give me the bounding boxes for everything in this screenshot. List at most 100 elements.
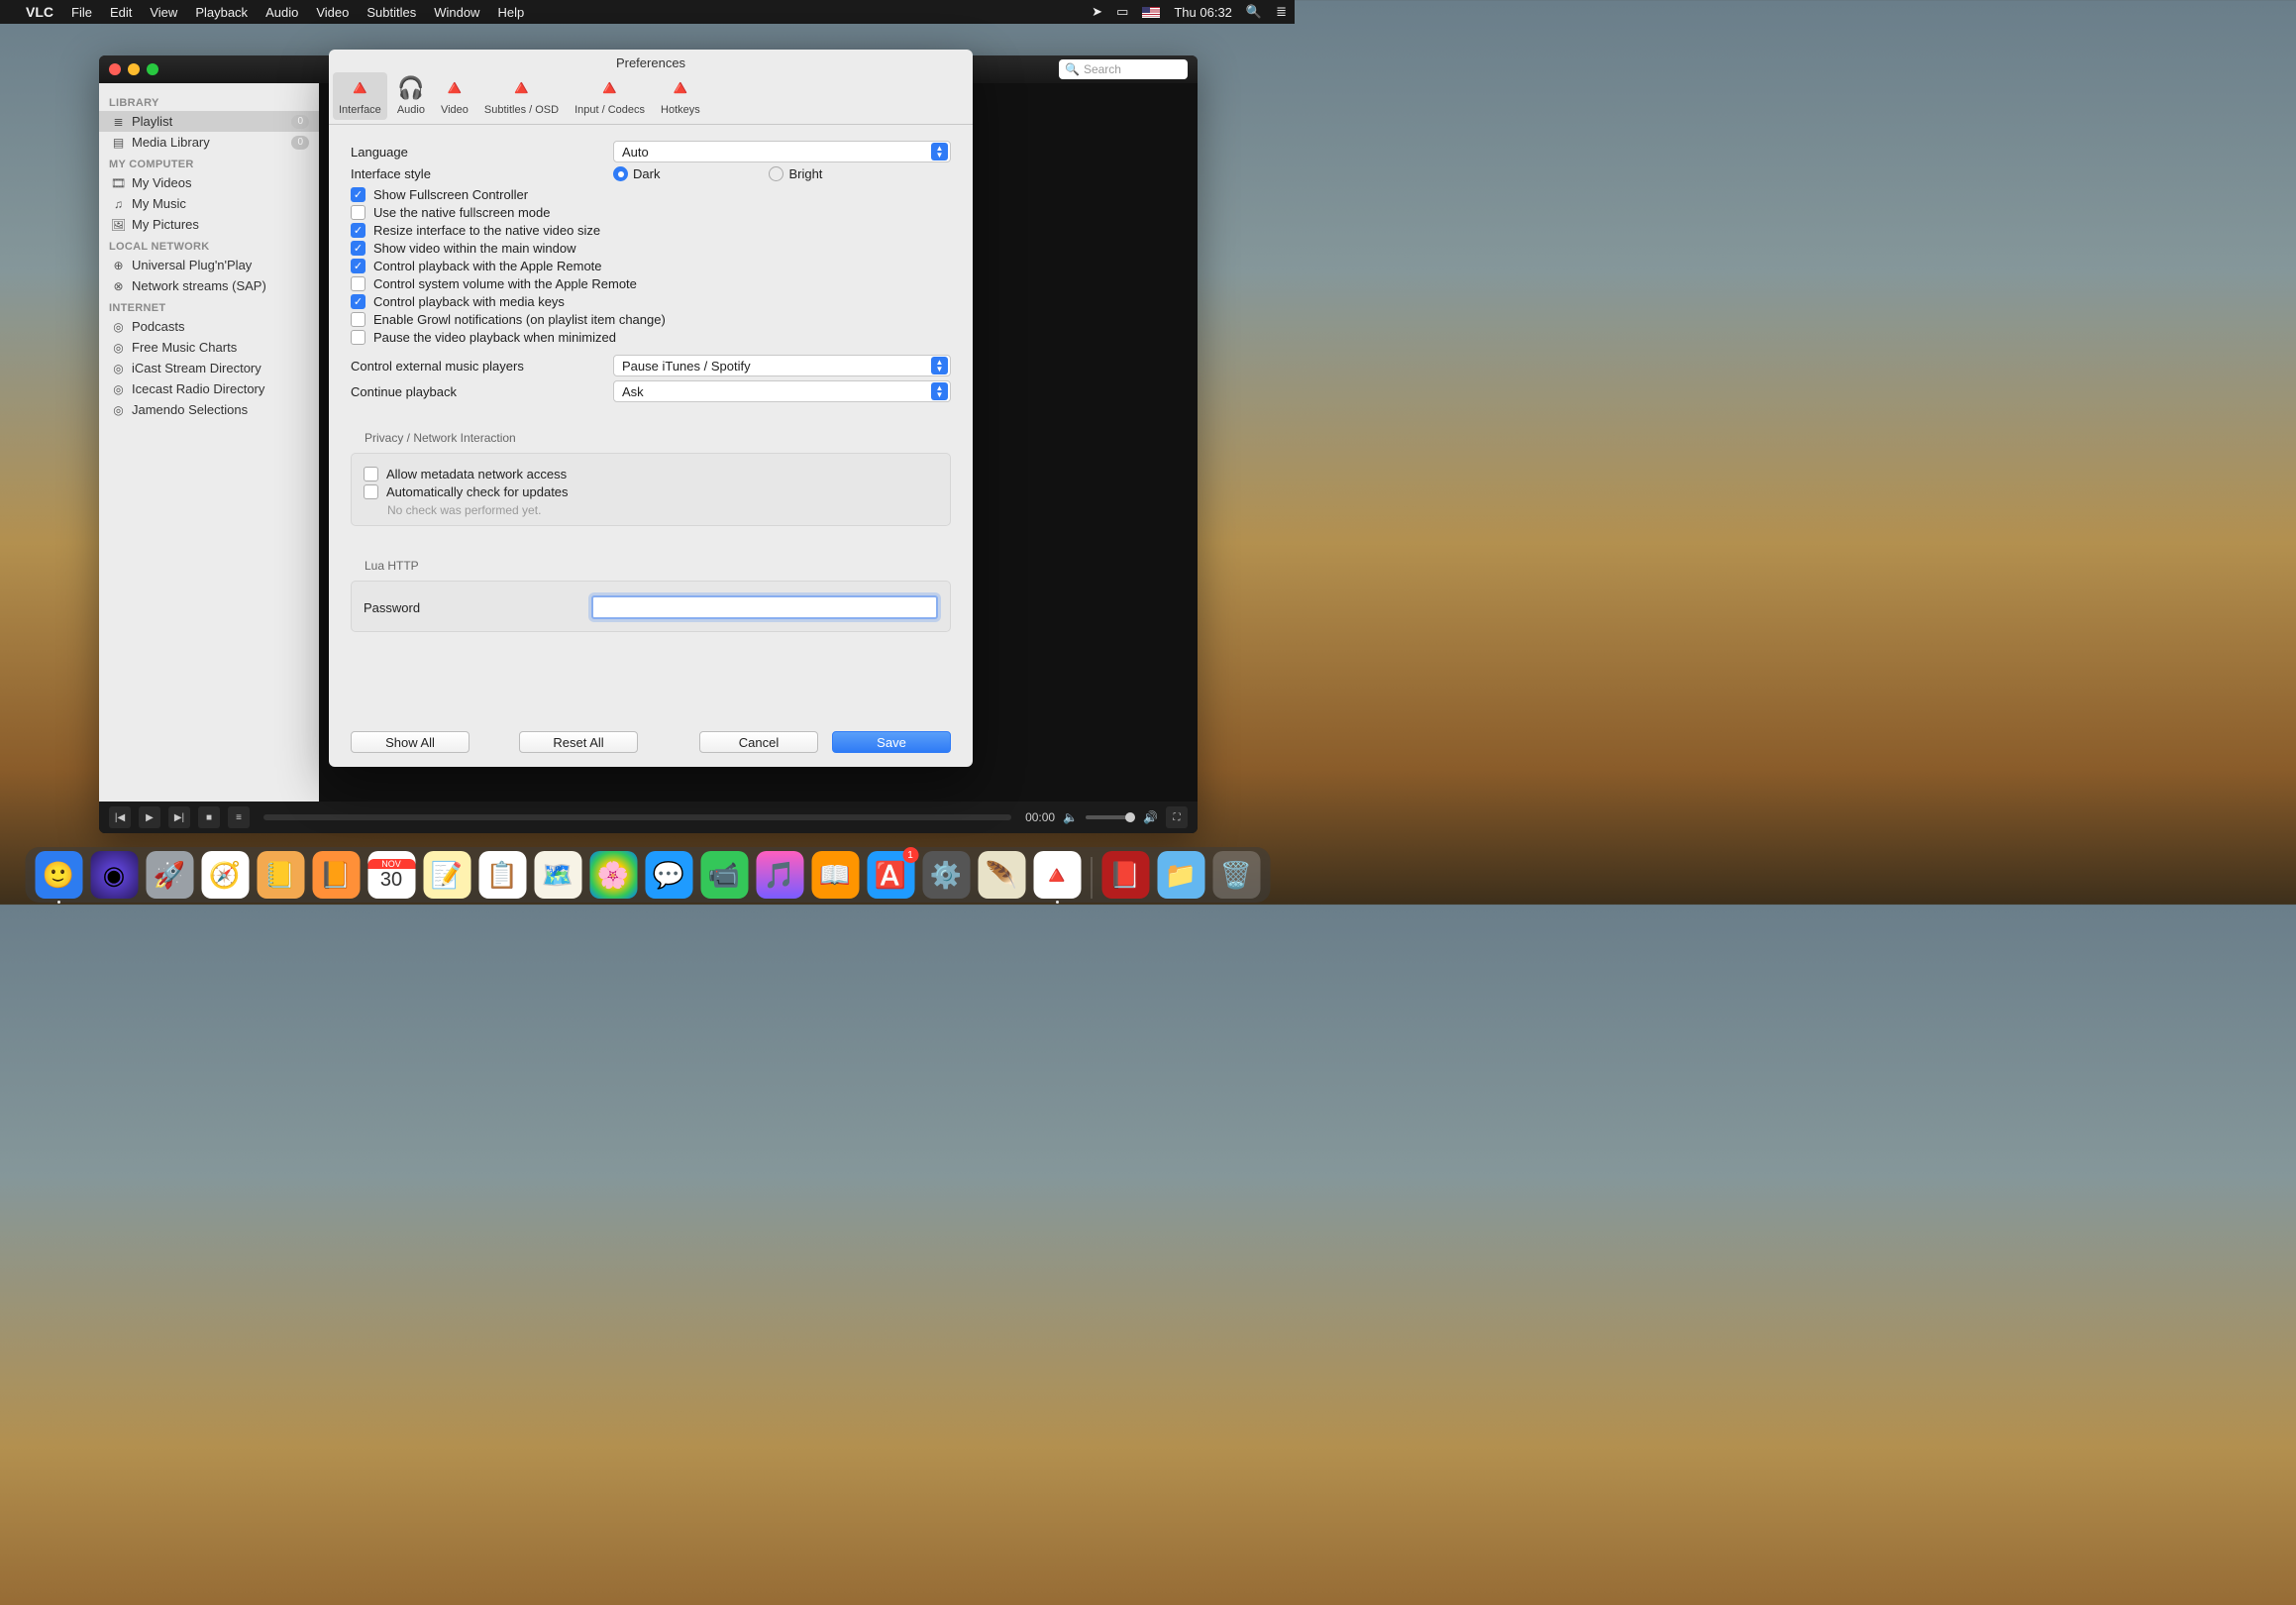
sidebar-item[interactable]: ≣Playlist0: [99, 111, 319, 132]
dock-siri[interactable]: ◉: [90, 851, 138, 899]
sidebar-item[interactable]: ⊕Universal Plug'n'Play: [99, 255, 319, 275]
menu-file[interactable]: File: [71, 5, 92, 20]
menu-subtitles[interactable]: Subtitles: [366, 5, 416, 20]
fullscreen-button[interactable]: ⛶: [1166, 806, 1188, 828]
checkbox[interactable]: [364, 484, 378, 499]
notification-center-icon[interactable]: ≣: [1276, 4, 1287, 20]
airplay-menu-icon[interactable]: ▭: [1116, 4, 1128, 20]
language-select[interactable]: Auto ▲▼: [613, 141, 951, 162]
menubar-clock[interactable]: Thu 06:32: [1174, 5, 1232, 20]
dock-messages[interactable]: 💬: [645, 851, 692, 899]
sidebar-item[interactable]: ◎Podcasts: [99, 316, 319, 337]
sidebar-item[interactable]: ⊗Network streams (SAP): [99, 275, 319, 296]
checkbox-row[interactable]: Control system volume with the Apple Rem…: [351, 276, 951, 291]
prefs-tab-video[interactable]: 🔺Video: [435, 72, 474, 120]
external-players-select[interactable]: Pause iTunes / Spotify ▲▼: [613, 355, 951, 376]
continue-playback-select[interactable]: Ask ▲▼: [613, 380, 951, 402]
show-all-button[interactable]: Show All: [351, 731, 470, 753]
volume-slider[interactable]: [1086, 815, 1135, 819]
checkbox[interactable]: [351, 276, 365, 291]
checkbox-row[interactable]: ✓Control playback with media keys: [351, 294, 951, 309]
dock-trash[interactable]: 🗑️: [1212, 851, 1260, 899]
sidebar-item[interactable]: ◎Free Music Charts: [99, 337, 319, 358]
style-bright-radio[interactable]: Bright: [769, 166, 822, 181]
dock-maps[interactable]: 🗺️: [534, 851, 581, 899]
prefs-tab-subtitles-osd[interactable]: 🔺Subtitles / OSD: [478, 72, 565, 120]
window-minimize-button[interactable]: [128, 63, 140, 75]
dock-facetime[interactable]: 📹: [700, 851, 748, 899]
dock-system-preferences[interactable]: ⚙️: [922, 851, 970, 899]
style-dark-radio[interactable]: Dark: [613, 166, 660, 181]
checkbox[interactable]: [351, 312, 365, 327]
dock-adobe-reader[interactable]: 📕: [1101, 851, 1149, 899]
menu-edit[interactable]: Edit: [110, 5, 132, 20]
cursor-menu-icon[interactable]: ➤: [1092, 4, 1102, 20]
sidebar-item[interactable]: 🎞My Videos: [99, 172, 319, 193]
checkbox-row[interactable]: Allow metadata network access: [364, 467, 938, 482]
dock-calendar[interactable]: NOV 30: [367, 851, 415, 899]
dock-safari[interactable]: 🧭: [201, 851, 249, 899]
menu-window[interactable]: Window: [434, 5, 479, 20]
sidebar-item[interactable]: ◎iCast Stream Directory: [99, 358, 319, 378]
checkbox[interactable]: [351, 205, 365, 220]
prefs-tab-audio[interactable]: 🎧Audio: [391, 72, 431, 120]
checkbox[interactable]: ✓: [351, 241, 365, 256]
checkbox[interactable]: ✓: [351, 223, 365, 238]
seek-slider[interactable]: [263, 814, 1011, 820]
menubar-app[interactable]: VLC: [26, 4, 53, 20]
dock-notes[interactable]: 📝: [423, 851, 470, 899]
stop-button[interactable]: ■: [198, 806, 220, 828]
checkbox-row[interactable]: Automatically check for updates: [364, 484, 938, 499]
checkbox[interactable]: ✓: [351, 259, 365, 273]
sidebar-item[interactable]: ♫My Music: [99, 193, 319, 214]
dock-ibooks[interactable]: 📖: [811, 851, 859, 899]
menu-video[interactable]: Video: [316, 5, 349, 20]
dock-diff-tool[interactable]: 🪶: [978, 851, 1025, 899]
menu-audio[interactable]: Audio: [265, 5, 298, 20]
dock-itunes[interactable]: 🎵: [756, 851, 803, 899]
spotlight-icon[interactable]: 🔍: [1246, 4, 1262, 20]
vlc-search-field[interactable]: 🔍 Search: [1059, 59, 1188, 79]
checkbox-row[interactable]: Pause the video playback when minimized: [351, 330, 951, 345]
prev-button[interactable]: |◀: [109, 806, 131, 828]
play-button[interactable]: ▶: [139, 806, 160, 828]
sidebar-item[interactable]: ◎Icecast Radio Directory: [99, 378, 319, 399]
dock-finder[interactable]: 🙂: [35, 851, 82, 899]
cancel-button[interactable]: Cancel: [699, 731, 818, 753]
menu-playback[interactable]: Playback: [195, 5, 248, 20]
checkbox-row[interactable]: ✓Resize interface to the native video si…: [351, 223, 951, 238]
menu-help[interactable]: Help: [497, 5, 524, 20]
dock-contacts[interactable]: 📒: [257, 851, 304, 899]
mute-button[interactable]: 🔈: [1063, 810, 1078, 824]
checkbox[interactable]: [364, 467, 378, 482]
dock-photos[interactable]: 🌸: [589, 851, 637, 899]
prefs-tab-interface[interactable]: 🔺Interface: [333, 72, 387, 120]
dock-vlc[interactable]: 🔺: [1033, 851, 1081, 899]
playlist-button[interactable]: ≡: [228, 806, 250, 828]
checkbox-row[interactable]: Use the native fullscreen mode: [351, 205, 951, 220]
dock-appstore[interactable]: 🅰️ 1: [867, 851, 914, 899]
sidebar-item[interactable]: ◎Jamendo Selections: [99, 399, 319, 420]
dock-launchpad[interactable]: 🚀: [146, 851, 193, 899]
sidebar-item[interactable]: ▤Media Library0: [99, 132, 319, 153]
next-button[interactable]: ▶|: [168, 806, 190, 828]
dock-reminders[interactable]: 📋: [478, 851, 526, 899]
prefs-tab-input-codecs[interactable]: 🔺Input / Codecs: [569, 72, 651, 120]
password-input[interactable]: [591, 595, 938, 619]
prefs-tab-hotkeys[interactable]: 🔺Hotkeys: [655, 72, 706, 120]
input-flag-icon[interactable]: [1142, 7, 1160, 18]
window-zoom-button[interactable]: [147, 63, 158, 75]
dock-ibooks-author[interactable]: 📙: [312, 851, 360, 899]
checkbox-row[interactable]: ✓Control playback with the Apple Remote: [351, 259, 951, 273]
reset-all-button[interactable]: Reset All: [519, 731, 638, 753]
window-close-button[interactable]: [109, 63, 121, 75]
sidebar-item[interactable]: 🖼My Pictures: [99, 214, 319, 235]
save-button[interactable]: Save: [832, 731, 951, 753]
checkbox[interactable]: ✓: [351, 187, 365, 202]
checkbox-row[interactable]: ✓Show Fullscreen Controller: [351, 187, 951, 202]
checkbox[interactable]: [351, 330, 365, 345]
checkbox-row[interactable]: ✓Show video within the main window: [351, 241, 951, 256]
checkbox[interactable]: ✓: [351, 294, 365, 309]
checkbox-row[interactable]: Enable Growl notifications (on playlist …: [351, 312, 951, 327]
menu-view[interactable]: View: [150, 5, 177, 20]
